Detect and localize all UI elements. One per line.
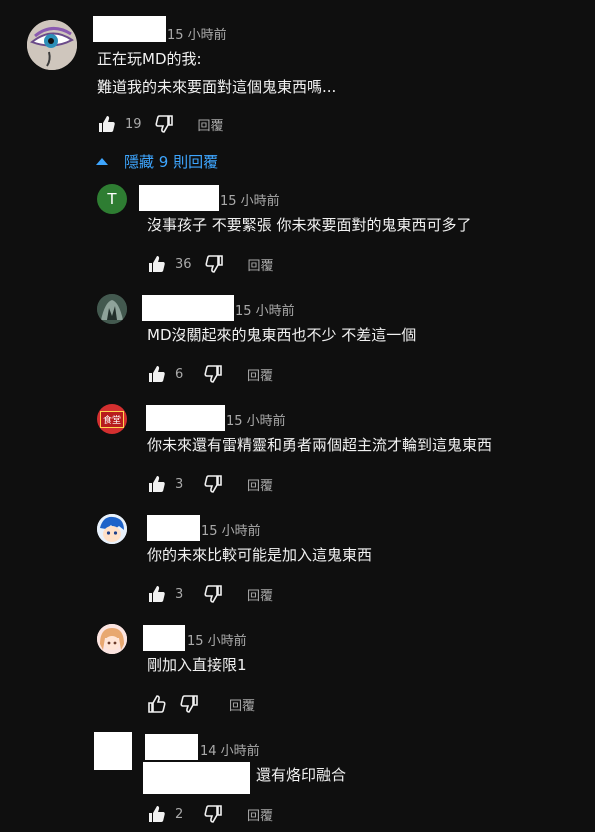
avatar[interactable] xyxy=(97,624,127,654)
author-name-redacted[interactable] xyxy=(145,734,198,760)
reply-actions: 36 回覆 xyxy=(147,253,274,275)
reply-text: 你的未來比較可能是加入這鬼東西 xyxy=(147,546,373,564)
reply-button[interactable]: 回覆 xyxy=(198,115,224,134)
comment-actions: 19 回覆 xyxy=(97,113,224,135)
reply-timestamp[interactable]: 15 小時前 xyxy=(235,300,295,319)
reply-actions: 回覆 xyxy=(147,693,255,715)
reply-button[interactable]: 回覆 xyxy=(247,585,273,604)
thumbs-up-icon[interactable] xyxy=(147,584,167,604)
reply-button[interactable]: 回覆 xyxy=(247,365,273,384)
reply-timestamp[interactable]: 15 小時前 xyxy=(220,190,280,209)
thumbs-up-icon[interactable] xyxy=(147,694,167,714)
author-name-redacted[interactable] xyxy=(146,405,225,431)
author-name-redacted[interactable] xyxy=(139,185,219,211)
reply-actions: 3 回覆 xyxy=(147,473,273,495)
reply-actions: 2 回覆 xyxy=(147,803,273,825)
avatar[interactable]: 食堂 xyxy=(97,404,127,434)
reply-text: 你未來還有雷精靈和勇者兩個超主流才輪到這鬼東西 xyxy=(147,436,493,454)
thumbs-up-icon[interactable] xyxy=(147,474,167,494)
thumbs-up-icon[interactable] xyxy=(147,804,167,824)
avatar[interactable]: T xyxy=(97,184,127,214)
comment-text-line-1: 正在玩MD的我: xyxy=(97,50,202,68)
avatar[interactable] xyxy=(97,514,127,544)
avatar-redacted[interactable] xyxy=(94,732,132,770)
thumbs-down-icon[interactable] xyxy=(203,804,223,824)
like-count: 19 xyxy=(125,116,142,132)
reply-button[interactable]: 回覆 xyxy=(247,475,273,494)
thumbs-up-icon[interactable] xyxy=(97,114,117,134)
avatar-letter: T xyxy=(107,190,117,208)
avatar[interactable] xyxy=(27,20,77,70)
thumbs-down-icon[interactable] xyxy=(203,584,223,604)
reply-timestamp[interactable]: 15 小時前 xyxy=(201,520,261,539)
like-count: 2 xyxy=(175,806,184,822)
like-count: 3 xyxy=(175,586,184,602)
reply-timestamp[interactable]: 15 小時前 xyxy=(226,410,286,429)
reply-text: 剛加入直接限1 xyxy=(147,656,247,674)
reply-button[interactable]: 回覆 xyxy=(247,805,273,824)
like-count: 3 xyxy=(175,476,184,492)
chevron-up-icon xyxy=(96,157,108,165)
thumbs-down-icon[interactable] xyxy=(204,254,224,274)
reply-button[interactable]: 回覆 xyxy=(248,255,274,274)
reply-timestamp[interactable]: 15 小時前 xyxy=(187,630,247,649)
reply-text: 還有烙印融合 xyxy=(256,766,347,784)
author-name-redacted[interactable] xyxy=(143,625,185,651)
author-name-redacted[interactable] xyxy=(147,515,200,541)
comment-timestamp[interactable]: 15 小時前 xyxy=(167,24,227,43)
thumbs-down-icon[interactable] xyxy=(203,474,223,494)
like-count: 6 xyxy=(175,366,184,382)
reply-actions: 3 回覆 xyxy=(147,583,273,605)
thumbs-down-icon[interactable] xyxy=(179,694,199,714)
thumbs-up-icon[interactable] xyxy=(147,254,167,274)
like-count: 36 xyxy=(175,256,192,272)
reply-text: MD沒關起來的鬼東西也不少 不差這一個 xyxy=(147,326,417,344)
author-name-redacted[interactable] xyxy=(142,295,234,321)
reply-button[interactable]: 回覆 xyxy=(229,695,255,714)
thumbs-down-icon[interactable] xyxy=(203,364,223,384)
reply-actions: 6 回覆 xyxy=(147,363,273,385)
comment-text-line-2: 難道我的未來要面對這個鬼東西嗎... xyxy=(97,78,337,96)
reply-timestamp[interactable]: 14 小時前 xyxy=(200,740,260,759)
thumbs-up-icon[interactable] xyxy=(147,364,167,384)
hide-replies-label: 隱藏 9 則回覆 xyxy=(124,152,219,171)
thumbs-down-icon[interactable] xyxy=(154,114,174,134)
author-name-redacted[interactable] xyxy=(93,16,166,42)
avatar[interactable] xyxy=(97,294,127,324)
hide-replies-button[interactable]: 隱藏 9 則回覆 xyxy=(96,150,218,172)
mention-redacted[interactable] xyxy=(143,762,250,794)
reply-text: 沒事孩子 不要緊張 你未來要面對的鬼東西可多了 xyxy=(147,216,472,234)
avatar-logo-text: 食堂 xyxy=(99,410,124,428)
